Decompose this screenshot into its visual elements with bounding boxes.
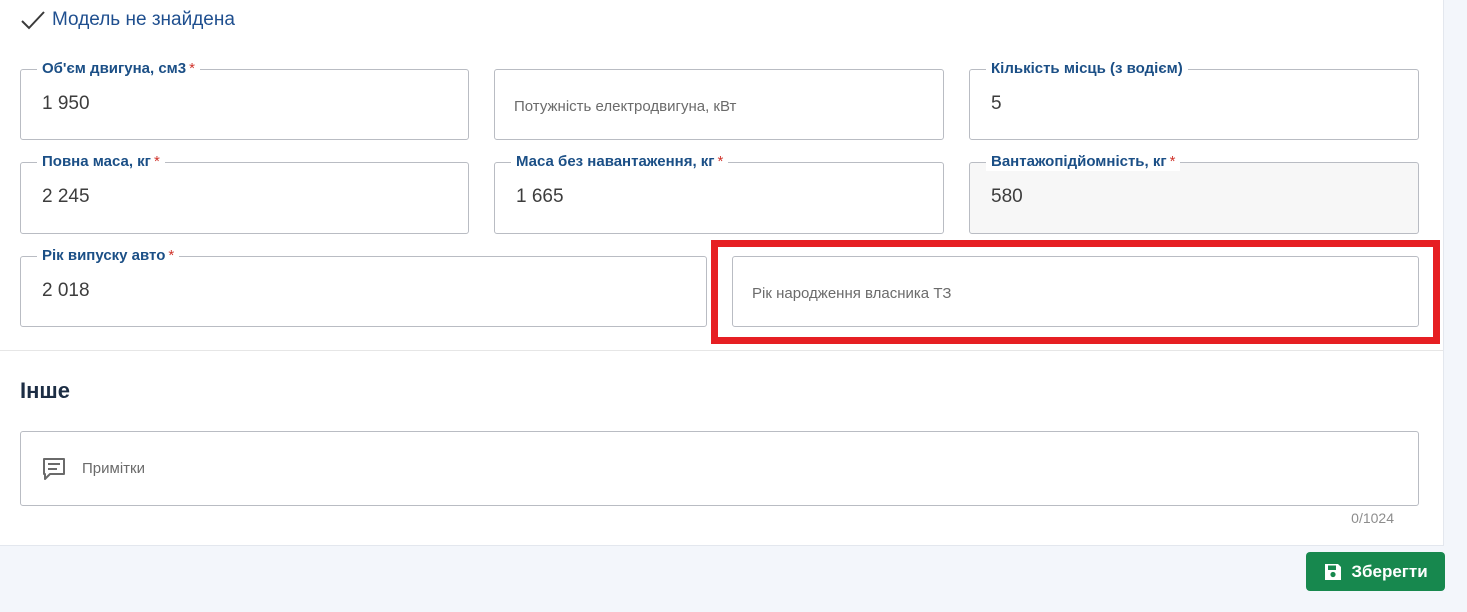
owner-birth-year-placeholder: Рік народження власника ТЗ: [752, 285, 952, 302]
seats-label: Кількість місць (з водієм): [986, 60, 1188, 78]
year-value: 2 018: [42, 280, 90, 301]
model-status: Модель не знайдена: [20, 8, 235, 32]
check-icon: [21, 11, 45, 30]
engine-volume-label: Об'єм двигуна, см3 *: [37, 60, 200, 78]
required-mark: *: [717, 153, 724, 170]
floppy-disk-icon: [1325, 563, 1342, 580]
seats-field[interactable]: Кількість місць (з водієм) 5: [969, 60, 1419, 140]
year-field[interactable]: Рік випуску авто * 2 018: [20, 247, 707, 327]
vehicle-form-card: Модель не знайдена Об'єм двигуна, см3 * 1…: [0, 0, 1444, 546]
electric-power-field[interactable]: Потужність електродвигуна, кВт: [494, 69, 944, 140]
gross-mass-label: Повна маса, кг *: [37, 153, 165, 171]
notes-char-counter: 0/1024: [1351, 510, 1394, 526]
save-button[interactable]: Зберегти: [1306, 552, 1445, 591]
seats-value: 5: [991, 93, 1002, 114]
other-section-title: Інше: [20, 378, 70, 403]
load-capacity-field: Вантажопідйомність, кг * 580: [969, 153, 1419, 234]
electric-power-placeholder: Потужність електродвигуна, кВт: [514, 98, 737, 115]
gross-mass-value: 2 245: [42, 186, 90, 207]
required-mark: *: [189, 60, 195, 77]
section-divider: [0, 350, 1443, 351]
notes-field[interactable]: Примітки: [20, 431, 1419, 506]
curb-mass-field[interactable]: Маса без навантаження, кг * 1 665: [494, 153, 944, 234]
gross-mass-field[interactable]: Повна маса, кг * 2 245: [20, 153, 469, 234]
save-button-label: Зберегти: [1351, 561, 1428, 581]
owner-birth-year-field[interactable]: Рік народження власника ТЗ: [732, 256, 1419, 327]
load-capacity-value: 580: [991, 186, 1023, 207]
engine-volume-field[interactable]: Об'єм двигуна, см3 * 1 950: [20, 60, 469, 140]
load-capacity-label: Вантажопідйомність, кг *: [986, 153, 1181, 171]
required-mark: *: [153, 153, 160, 170]
comment-icon: [41, 456, 67, 487]
curb-mass-label: Маса без навантаження, кг *: [511, 153, 729, 171]
curb-mass-value: 1 665: [516, 186, 564, 207]
required-mark: *: [1169, 153, 1176, 170]
engine-volume-value: 1 950: [42, 93, 90, 114]
notes-placeholder: Примітки: [82, 460, 145, 477]
model-status-text: Модель не знайдена: [52, 9, 235, 30]
required-mark: *: [168, 247, 175, 264]
year-label: Рік випуску авто *: [37, 247, 180, 265]
